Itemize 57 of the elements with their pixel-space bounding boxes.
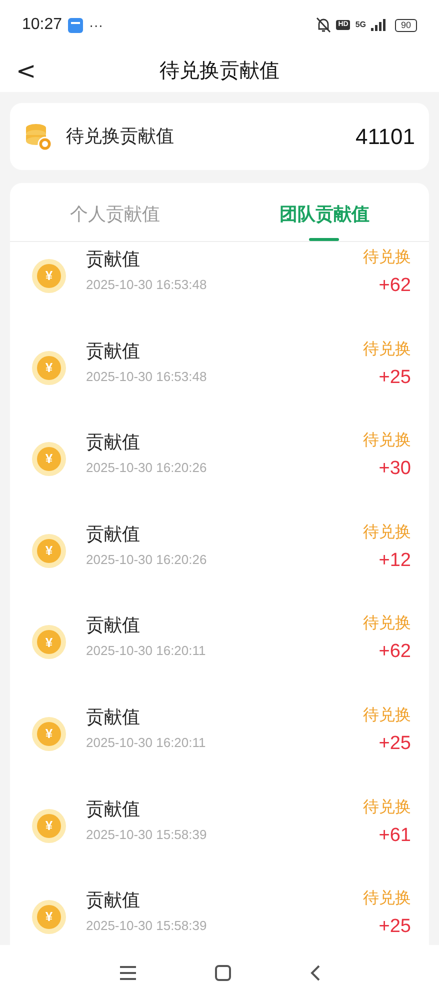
- record-time: 2025-10-30 16:53:48: [86, 276, 208, 294]
- record-title: 贡献值: [86, 431, 141, 454]
- network-label: 5G: [355, 21, 366, 29]
- coin-icon: ¥: [32, 259, 66, 293]
- coin-icon: ¥: [32, 716, 66, 751]
- record-amount: +25: [378, 732, 411, 756]
- record-status: 待兑换: [363, 888, 411, 910]
- record-time: 2025-10-30 16:20:26: [86, 459, 208, 478]
- battery-indicator: 90: [394, 18, 417, 32]
- summary-value: 41101: [355, 123, 415, 151]
- record-title: 贡献值: [86, 248, 141, 271]
- record-time: 2025-10-30 15:58:39: [86, 826, 208, 844]
- record-time: 2025-10-30 16:20:11: [86, 734, 207, 752]
- menu-icon[interactable]: [119, 966, 138, 980]
- home-icon[interactable]: [215, 964, 232, 980]
- record-time: 2025-10-30 16:20:26: [86, 550, 208, 569]
- record-status: 待兑换: [363, 706, 411, 726]
- record-status: 待兑换: [363, 522, 411, 543]
- record-amount: +61: [378, 824, 411, 848]
- coin-icon: ¥: [32, 625, 66, 660]
- record-title: 贡献值: [86, 706, 141, 729]
- record-amount: +25: [378, 366, 411, 390]
- record-title: 贡献值: [86, 340, 141, 363]
- mail-app-icon: [68, 18, 84, 32]
- more-notifications: ···: [89, 16, 104, 34]
- tab[interactable]: 团队贡献值: [220, 183, 429, 241]
- coin-icon: ¥: [32, 350, 66, 385]
- record-title: 贡献值: [86, 798, 141, 821]
- record-time: 2025-10-30 15:58:39: [86, 917, 208, 936]
- tab[interactable]: 个人贡献值: [10, 183, 220, 241]
- coin-icon: ¥: [32, 534, 66, 568]
- summary-label: 待兑换贡献值: [66, 125, 175, 148]
- record-status: 待兑换: [363, 248, 411, 268]
- record-amount: +25: [378, 915, 411, 940]
- record-amount: +62: [378, 640, 411, 664]
- record-amount: +12: [378, 548, 411, 573]
- record-time: 2025-10-30 16:20:11: [86, 642, 207, 660]
- coin-icon: ¥: [32, 442, 66, 476]
- status-time: 10:27: [22, 15, 62, 35]
- signal-icon: [370, 19, 387, 31]
- coin-icon: ¥: [32, 900, 66, 934]
- record-title: 贡献值: [86, 889, 141, 912]
- bell-off-icon: [316, 17, 332, 33]
- record-status: 待兑换: [363, 798, 411, 818]
- back-icon[interactable]: [310, 964, 320, 980]
- record-title: 贡献值: [86, 522, 141, 546]
- back-button[interactable]: <: [16, 59, 36, 83]
- coin-icon: ¥: [32, 808, 66, 843]
- record-amount: +62: [378, 274, 411, 298]
- record-status: 待兑换: [363, 340, 411, 360]
- record-time: 2025-10-30 16:53:48: [86, 368, 208, 386]
- coin-stack-icon: [24, 122, 52, 152]
- record-amount: +30: [378, 457, 411, 482]
- record-status: 待兑换: [363, 430, 411, 452]
- record-title: 贡献值: [86, 614, 141, 638]
- record-status: 待兑换: [363, 614, 411, 634]
- page-title: 待兑换贡献值: [160, 59, 280, 84]
